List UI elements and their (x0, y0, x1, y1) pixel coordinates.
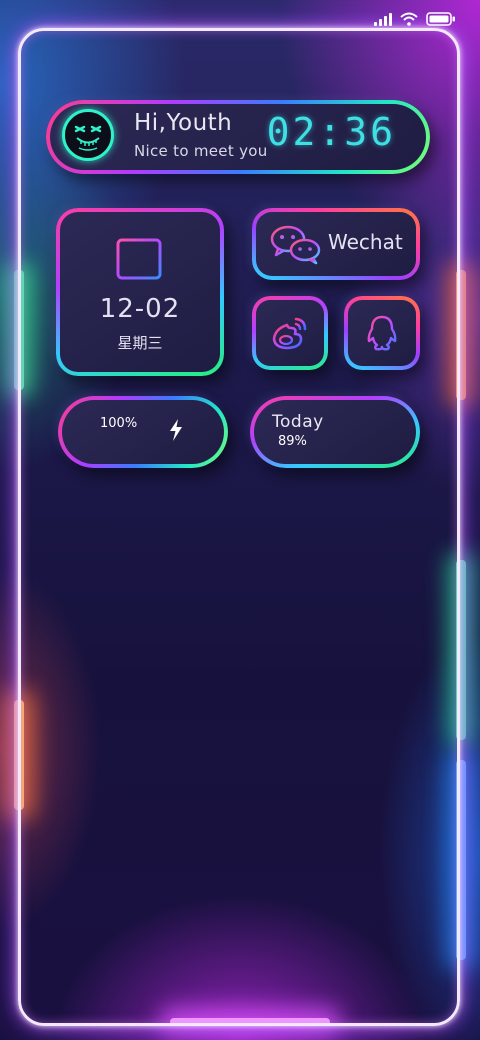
wechat-icon (270, 225, 321, 265)
neon-frame (18, 28, 460, 1026)
widget-neon-border (250, 396, 420, 468)
battery-widget[interactable]: 100% (58, 396, 228, 468)
today-value: 89% (278, 434, 307, 449)
calendar-weekday: 星期三 (117, 334, 163, 352)
today-label: Today (272, 412, 324, 432)
status-bar (374, 12, 456, 26)
today-widget[interactable]: Today 89% (250, 396, 420, 468)
lightning-bolt-icon (170, 419, 182, 441)
clock-time: 02:36 (266, 110, 396, 154)
greeting-widget[interactable]: Hi,Youth Nice to meet you 02:36 (46, 100, 430, 174)
wechat-label: Wechat (328, 230, 403, 254)
calendar-icon (116, 233, 162, 280)
battery-percent: 100% (100, 416, 138, 431)
battery-icon (426, 12, 455, 26)
greeting-text: Hi,Youth (134, 110, 233, 136)
widget-neon-border (58, 396, 228, 468)
weibo-icon (272, 317, 307, 350)
greeting-subtitle: Nice to meet you (134, 142, 268, 160)
wifi-icon (400, 12, 418, 26)
weibo-app-button[interactable] (252, 296, 328, 370)
calendar-widget[interactable]: 12-02 星期三 (56, 208, 224, 376)
wechat-app-button[interactable]: Wechat (252, 208, 420, 280)
calendar-date: 12-02 (99, 294, 181, 324)
home-screen: Hi,Youth Nice to meet you 02:36 12-02 星期… (0, 0, 480, 1040)
signal-icon (374, 12, 392, 26)
mask-face-icon (62, 109, 114, 161)
qq-app-button[interactable] (344, 296, 420, 370)
qq-icon (367, 315, 397, 351)
